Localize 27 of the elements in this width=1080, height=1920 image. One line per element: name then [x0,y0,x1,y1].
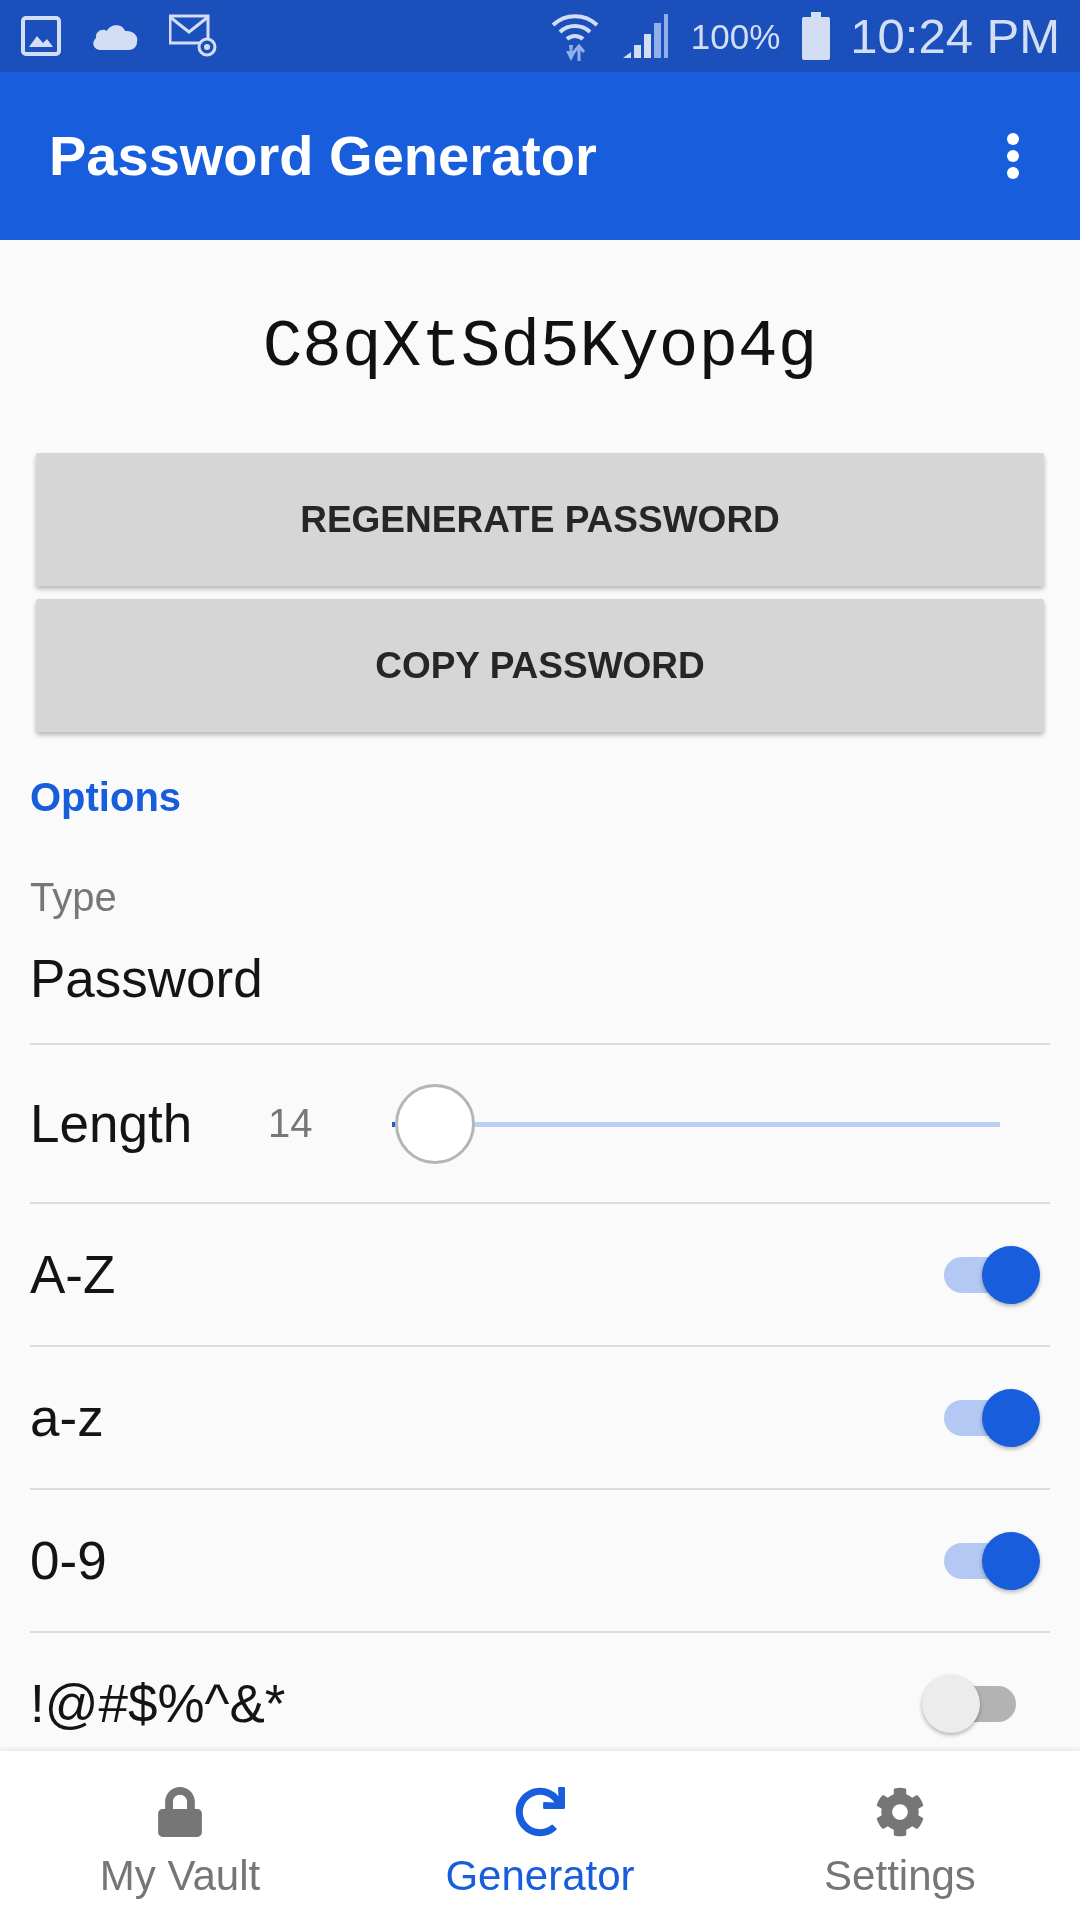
length-label: Length [30,1092,193,1155]
toggle-label: !@#$%^&* [30,1672,287,1735]
cloud-icon [91,22,139,50]
toggle-label: a-z [30,1386,105,1449]
battery-level: 100% [690,18,781,54]
nav-tab[interactable]: My Vault [0,1751,360,1920]
nav-tab[interactable]: Generator [360,1751,720,1920]
refresh-icon [515,1787,565,1837]
toggle-label: 0-9 [30,1529,108,1592]
more-menu-icon[interactable] [1006,133,1020,179]
type-select[interactable]: Password [30,948,263,1010]
nav-tab[interactable]: Settings [720,1751,1080,1920]
regenerate-button[interactable]: REGENERATE PASSWORD [36,453,1044,586]
app-title: Password Generator [49,123,598,190]
length-value: 14 [268,1101,314,1146]
toggle-label: A-Z [30,1243,117,1306]
wifi-icon [550,11,599,61]
lock-icon [155,1787,205,1837]
status-time: 10:24 PM [850,11,1060,61]
battery-icon [802,12,831,60]
field-label: Type [30,874,117,921]
settings-icon [875,1787,925,1837]
section-heading: Options [29,774,183,821]
generated-password: C8qXtSd5Kyop4g [261,308,819,387]
copy-button[interactable]: COPY PASSWORD [36,599,1044,732]
image-icon [21,16,61,56]
mail-icon [169,14,217,58]
